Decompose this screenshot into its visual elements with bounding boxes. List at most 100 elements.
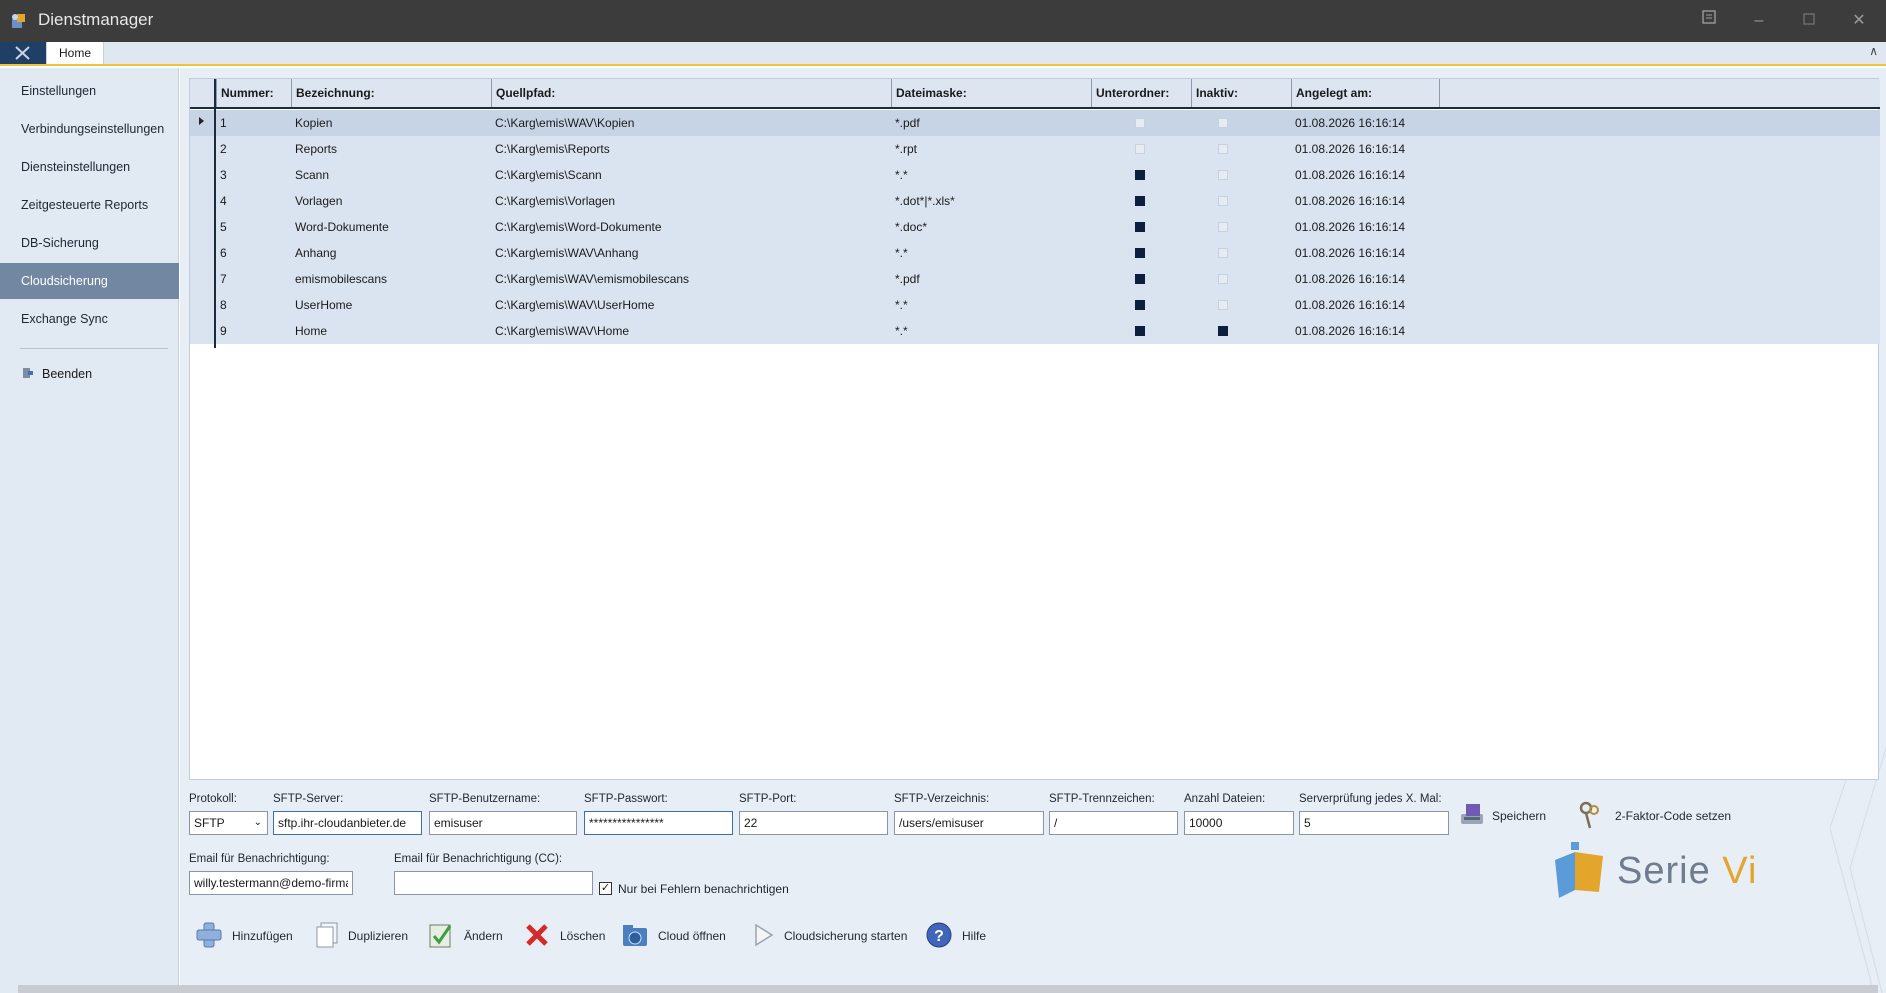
subfolder-checkbox[interactable] bbox=[1135, 248, 1145, 258]
cell-mask: *.dot*|*.xls* bbox=[895, 194, 955, 208]
table-row[interactable]: 3 Scann C:\Karg\emis\Scann *.* 01.08.2026 16… bbox=[190, 162, 1880, 188]
errors-only-label: Nur bei Fehlern benachrichtigen bbox=[618, 882, 789, 896]
table-row[interactable]: 1 Kopien C:\Karg\emis\WAV\Kopien *.pdf 01.08… bbox=[190, 110, 1880, 136]
subfolder-checkbox[interactable] bbox=[1135, 300, 1145, 310]
table-row[interactable]: 6 Anhang C:\Karg\emis\WAV\Anhang *.* 01.08.2… bbox=[190, 240, 1880, 266]
server-check-input[interactable] bbox=[1299, 811, 1449, 835]
cell-name: Scann bbox=[295, 168, 330, 182]
email-input[interactable] bbox=[189, 871, 353, 895]
delete-button[interactable]: Löschen bbox=[522, 920, 612, 952]
protokoll-select[interactable]: SFTP ⌄ bbox=[189, 811, 268, 835]
column-header-bezeichnung[interactable]: Bezeichnung: bbox=[291, 79, 491, 107]
cell-path: C:\Karg\emis\WAV\Home bbox=[495, 324, 630, 338]
subfolder-checkbox[interactable] bbox=[1135, 274, 1145, 284]
serie-vi-logo: Serie Vi bbox=[1551, 840, 1771, 910]
save-button[interactable]: Speichern bbox=[1458, 800, 1558, 832]
table-row[interactable]: 5 Word-Dokumente C:\Karg\emis\Word-Dokumen… bbox=[190, 214, 1880, 240]
table-row[interactable]: 4 Vorlagen C:\Karg\emis\Vorlagen *.dot*|*.x… bbox=[190, 188, 1880, 214]
horizontal-scrollbar[interactable] bbox=[18, 985, 1878, 993]
ribbon-collapse-icon[interactable]: ∧ bbox=[1869, 44, 1878, 58]
column-header-quellpfad[interactable]: Quellpfad: bbox=[491, 79, 891, 107]
column-header-angelegt-am[interactable]: Angelegt am: bbox=[1291, 79, 1440, 107]
table-header: Nummer: Bezeichnung: Quellpfad: Dateimas… bbox=[190, 79, 1880, 109]
email-cc-input[interactable] bbox=[394, 871, 593, 895]
table-row[interactable]: 8 UserHome C:\Karg\emis\WAV\UserHome *.* 01.… bbox=[190, 292, 1880, 318]
subfolder-checkbox[interactable] bbox=[1135, 118, 1145, 128]
cell-mask: *.* bbox=[895, 324, 908, 338]
subfolder-checkbox[interactable] bbox=[1135, 222, 1145, 232]
email-label: Email für Benachrichtigung: bbox=[189, 853, 330, 865]
duplicate-label: Duplizieren bbox=[348, 929, 409, 943]
sftp-port-label: SFTP-Port: bbox=[739, 793, 797, 805]
start-backup-button[interactable]: Cloudsicherung starten bbox=[748, 920, 918, 952]
cell-name: UserHome bbox=[295, 298, 353, 312]
sftp-server-input[interactable] bbox=[273, 811, 422, 835]
inactive-checkbox[interactable] bbox=[1218, 222, 1228, 232]
column-header-nummer[interactable]: Nummer: bbox=[216, 79, 291, 107]
inactive-checkbox[interactable] bbox=[1218, 144, 1228, 154]
inactive-checkbox[interactable] bbox=[1218, 196, 1228, 206]
title-bar: Dienstmanager – ✕ bbox=[0, 0, 1886, 42]
cell-mask: *.doc* bbox=[895, 220, 928, 234]
tools-tab[interactable] bbox=[0, 42, 46, 64]
table-row[interactable]: 7 emismobilescans C:\Karg\emis\WAV\emismob… bbox=[190, 266, 1880, 292]
cell-name: emismobilescans bbox=[295, 272, 388, 286]
tab-home[interactable]: Home bbox=[46, 42, 105, 64]
cell-path: C:\Karg\emis\Word-Dokumente bbox=[495, 220, 662, 234]
set-2fa-button[interactable]: 2-Faktor-Code setzen bbox=[1575, 800, 1745, 832]
sidebar-item-exchange-sync[interactable]: Exchange Sync bbox=[0, 301, 179, 337]
column-header-dateimaske[interactable]: Dateimaske: bbox=[891, 79, 1091, 107]
sidebar-item-cloudsicherung[interactable]: Cloudsicherung bbox=[0, 263, 179, 299]
sftp-username-input[interactable] bbox=[429, 811, 577, 835]
cell-created: 01.08.2026 16:16:14 bbox=[1295, 298, 1406, 312]
subfolder-checkbox[interactable] bbox=[1135, 170, 1145, 180]
sftp-password-input[interactable] bbox=[584, 811, 733, 835]
subfolder-checkbox[interactable] bbox=[1135, 144, 1145, 154]
main-panel: Nummer: Bezeichnung: Quellpfad: Dateimas… bbox=[180, 68, 1886, 993]
help-label: Hilfe bbox=[962, 929, 987, 943]
close-button[interactable]: ✕ bbox=[1846, 8, 1872, 34]
cell-name: Kopien bbox=[295, 116, 333, 130]
table-row[interactable]: 2 Reports C:\Karg\emis\Reports *.rpt 01.08.2… bbox=[190, 136, 1880, 162]
sidebar-item-diensteinstellungen[interactable]: Diensteinstellungen bbox=[0, 149, 179, 185]
table-row[interactable]: 9 Home C:\Karg\emis\WAV\Home *.* 01.08.2026 … bbox=[190, 318, 1880, 344]
inactive-checkbox[interactable] bbox=[1218, 300, 1228, 310]
sftp-directory-input[interactable] bbox=[894, 811, 1044, 835]
sftp-separator-label: SFTP-Trennzeichen: bbox=[1049, 793, 1155, 805]
sftp-password-label: SFTP-Passwort: bbox=[584, 793, 668, 805]
errors-only-checkbox[interactable]: ✓ bbox=[599, 882, 612, 895]
edit-button[interactable]: Ändern bbox=[426, 920, 506, 952]
cell-nr: 5 bbox=[220, 220, 227, 234]
sidebar-item-verbindungseinstellungen[interactable]: Verbindungseinstellungen bbox=[0, 111, 179, 147]
sftp-port-input[interactable] bbox=[739, 811, 888, 835]
inactive-checkbox[interactable] bbox=[1218, 326, 1228, 336]
duplicate-button[interactable]: Duplizieren bbox=[312, 920, 422, 952]
edit-icon bbox=[429, 924, 452, 948]
subfolder-checkbox[interactable] bbox=[1135, 196, 1145, 206]
sftp-separator-input[interactable] bbox=[1049, 811, 1178, 835]
column-header-inaktiv[interactable]: Inaktiv: bbox=[1191, 79, 1291, 107]
subfolder-checkbox[interactable] bbox=[1135, 326, 1145, 336]
help-button[interactable]: ? Hilfe bbox=[924, 920, 994, 952]
notes-icon[interactable] bbox=[1696, 8, 1722, 34]
maximize-button[interactable] bbox=[1796, 8, 1822, 34]
cell-nr: 9 bbox=[220, 324, 227, 338]
inactive-checkbox[interactable] bbox=[1218, 118, 1228, 128]
inactive-checkbox[interactable] bbox=[1218, 170, 1228, 180]
inactive-checkbox[interactable] bbox=[1218, 248, 1228, 258]
window-title: Dienstmanager bbox=[38, 10, 154, 29]
add-button[interactable]: Hinzufügen bbox=[194, 920, 304, 952]
cell-name: Vorlagen bbox=[295, 194, 343, 208]
sidebar-item-zeitgesteuerte-reports[interactable]: Zeitgesteuerte Reports bbox=[0, 187, 179, 223]
column-header-unterordner[interactable]: Unterordner: bbox=[1091, 79, 1191, 107]
sidebar-item-einstellungen[interactable]: Einstellungen bbox=[0, 73, 179, 109]
sidebar: Einstellungen Verbindungseinstellungen D… bbox=[0, 68, 179, 993]
minimize-button[interactable]: – bbox=[1746, 8, 1772, 34]
logo-icon bbox=[1555, 842, 1603, 898]
sidebar-item-db-sicherung[interactable]: DB-Sicherung bbox=[0, 225, 179, 261]
exit-button[interactable]: Beenden bbox=[22, 364, 92, 384]
inactive-checkbox[interactable] bbox=[1218, 274, 1228, 284]
open-cloud-button[interactable]: Cloud öffnen bbox=[620, 920, 740, 952]
file-count-input[interactable] bbox=[1184, 811, 1294, 835]
logo-brand-accent: Vi bbox=[1722, 850, 1758, 892]
